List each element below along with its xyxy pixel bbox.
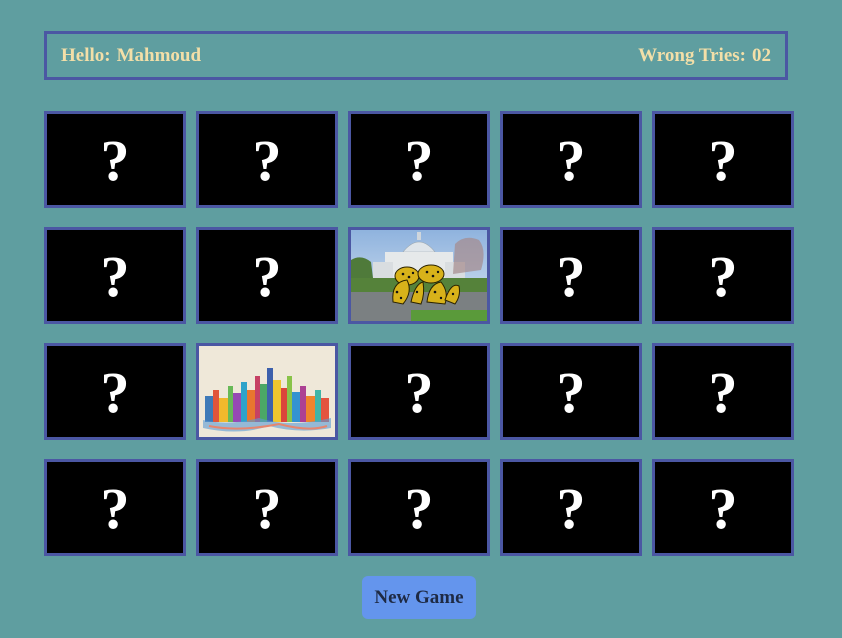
question-mark-icon: ? xyxy=(556,127,586,193)
question-mark-icon: ? xyxy=(100,359,130,425)
question-mark-icon: ? xyxy=(556,475,586,541)
question-mark-icon: ? xyxy=(404,475,434,541)
question-mark-icon: ? xyxy=(708,243,738,309)
card-hidden[interactable]: ? xyxy=(348,111,490,208)
card-flipped[interactable] xyxy=(348,227,490,324)
memory-game-board: ??????? ? ? ? ? ? ? ? ? ? ? ? xyxy=(44,111,795,556)
question-mark-icon: ? xyxy=(100,475,130,541)
card-hidden[interactable]: ? xyxy=(348,343,490,440)
card-hidden[interactable]: ? xyxy=(500,227,642,324)
card-hidden[interactable]: ? xyxy=(652,111,794,208)
greeting-label: Hello: xyxy=(61,44,111,66)
question-mark-icon: ? xyxy=(708,475,738,541)
card-hidden[interactable]: ? xyxy=(652,459,794,556)
card-hidden[interactable]: ? xyxy=(44,459,186,556)
question-mark-icon: ? xyxy=(556,243,586,309)
new-game-button[interactable]: New Game xyxy=(362,576,476,619)
question-mark-icon: ? xyxy=(404,127,434,193)
card-hidden[interactable]: ? xyxy=(44,343,186,440)
garden-sculpture-photo xyxy=(351,230,487,321)
wrong-tries-label: Wrong Tries: xyxy=(638,44,746,66)
card-hidden[interactable]: ? xyxy=(44,111,186,208)
watercolor-skyline-photo xyxy=(199,346,335,437)
question-mark-icon: ? xyxy=(252,475,282,541)
question-mark-icon: ? xyxy=(252,243,282,309)
card-hidden[interactable]: ? xyxy=(652,343,794,440)
info-bar: Hello: Mahmoud Wrong Tries: 02 xyxy=(44,31,788,80)
card-hidden[interactable]: ? xyxy=(44,227,186,324)
wrong-tries-count: 02 xyxy=(752,44,771,66)
question-mark-icon: ? xyxy=(708,359,738,425)
card-hidden[interactable]: ? xyxy=(652,227,794,324)
card-hidden[interactable]: ? xyxy=(196,459,338,556)
question-mark-icon: ? xyxy=(252,127,282,193)
card-hidden[interactable]: ? xyxy=(196,111,338,208)
card-hidden[interactable]: ? xyxy=(500,111,642,208)
card-hidden[interactable]: ? xyxy=(500,459,642,556)
wrong-tries: Wrong Tries: 02 xyxy=(638,45,771,67)
card-hidden[interactable]: ? xyxy=(196,227,338,324)
question-mark-icon: ? xyxy=(100,243,130,309)
card-hidden[interactable]: ? xyxy=(500,343,642,440)
card-flipped[interactable] xyxy=(196,343,338,440)
question-mark-icon: ? xyxy=(708,127,738,193)
question-mark-icon: ? xyxy=(556,359,586,425)
question-mark-icon: ? xyxy=(404,359,434,425)
question-mark-icon: ? xyxy=(100,127,130,193)
player-name: Mahmoud xyxy=(116,44,202,66)
greeting: Hello: Mahmoud xyxy=(61,45,201,67)
card-hidden[interactable]: ? xyxy=(348,459,490,556)
